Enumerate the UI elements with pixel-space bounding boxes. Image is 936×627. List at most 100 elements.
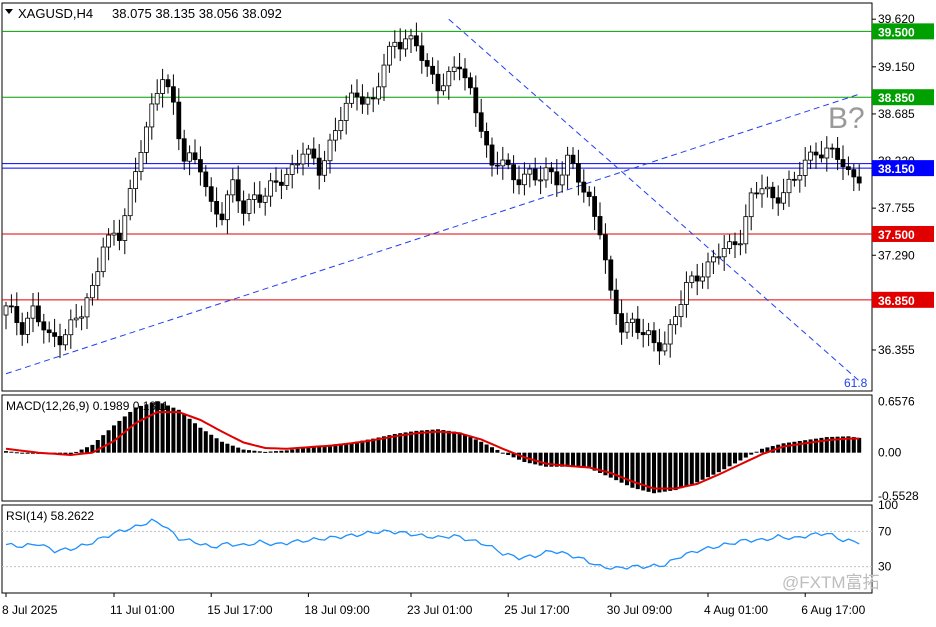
candle-body [840,159,846,168]
candle-body [208,186,214,202]
time-tick-label: 4 Aug 01:00 [704,603,768,617]
macd-bar [700,452,705,480]
price-tick-label: 39.150 [878,60,915,74]
candle-body [538,179,543,182]
level-tag-label: 39.500 [878,25,915,39]
candle-body [489,144,495,166]
candle-body [36,305,41,323]
candle-body [748,192,754,218]
candle-body [413,35,419,47]
macd-bar [473,439,478,453]
candle-body [532,168,538,181]
time-tick-label: 6 Aug 17:00 [801,603,865,617]
candle-body [349,92,355,104]
candle-body [187,152,193,162]
macd-bar [727,452,732,467]
macd-bar [571,452,575,468]
candle-body [230,179,236,196]
macd-bar [781,443,786,453]
macd-bar [484,444,489,453]
level-tag-label: 38.850 [878,91,915,105]
candle-body [662,343,668,352]
candle-body [381,64,387,88]
macd-bar [490,447,494,453]
candle-body [68,319,74,336]
macd-bar [9,451,14,453]
candle-body [354,92,360,98]
macd-bar [479,441,484,453]
macd-bar [738,452,743,461]
candle-body [435,73,441,92]
candle-body [700,276,705,282]
macd-bar [733,452,737,464]
candle-body [586,191,592,197]
level-tag-label: 37.500 [878,228,915,242]
candle-body [359,96,365,105]
candle-body [117,232,122,241]
macd-bar [695,452,700,483]
candle-body [322,160,328,176]
candle-body [640,332,646,336]
macd-bar [214,438,219,453]
macd-bar [706,452,710,478]
price-tick-label: 38.685 [878,107,915,121]
candle-body [738,243,743,246]
macd-bar [198,427,203,453]
rsi-title: RSI(14) 58.2622 [6,509,94,523]
candle-body [505,159,511,166]
candle-body [559,174,565,186]
macd-bar [689,452,694,485]
candle-body [235,179,241,202]
candle-body [397,41,403,50]
macd-bar [220,441,224,453]
candle-body [25,317,31,335]
macd-bar [457,432,462,453]
macd-title: MACD(12,26,9) 0.1989 0.1811 [6,399,169,413]
macd-bar [85,447,89,453]
candle-body [181,138,187,162]
candle-body [90,285,95,299]
candle-body [138,151,144,173]
macd-bar [241,449,246,453]
macd-bar [279,450,284,453]
candle-body [603,234,608,261]
macd-bar [587,452,592,469]
candle-body [851,169,857,178]
candle-body [327,139,333,162]
candle-body [95,271,101,286]
chart-window: 39.62039.15038.68538.22037.75537.29036.8… [0,0,936,624]
dropdown-arrow-icon[interactable] [5,9,13,14]
candle-body [316,157,322,176]
candle-body [446,71,452,87]
candle-body [478,112,484,132]
candle-body [494,164,500,167]
candle-body [732,241,738,246]
candle-body [467,77,473,89]
macd-bar [171,407,176,453]
macd-bar [436,429,440,453]
macd-bar [754,451,759,453]
time-tick-label: 18 Jul 09:00 [304,603,370,617]
macd-bar [176,409,181,453]
candle-body [63,334,68,346]
macd-bar [441,430,446,453]
macd-bar [236,447,241,453]
candle-body [8,305,14,308]
macd-bar [252,450,257,453]
candle-body [214,201,220,215]
candle-body [846,166,851,171]
candle-body [797,175,803,181]
candle-body [149,103,155,128]
candle-body [430,65,436,75]
candle-body [802,159,808,176]
candle-body [462,68,468,79]
candle-body [419,45,425,61]
candle-body [635,318,641,333]
macd-bar [446,430,451,453]
macd-bar [187,418,192,453]
candle-body [246,199,252,214]
candle-body [581,181,587,193]
candle-body [46,329,52,334]
candle-body [160,79,166,94]
candle-body [79,316,84,319]
